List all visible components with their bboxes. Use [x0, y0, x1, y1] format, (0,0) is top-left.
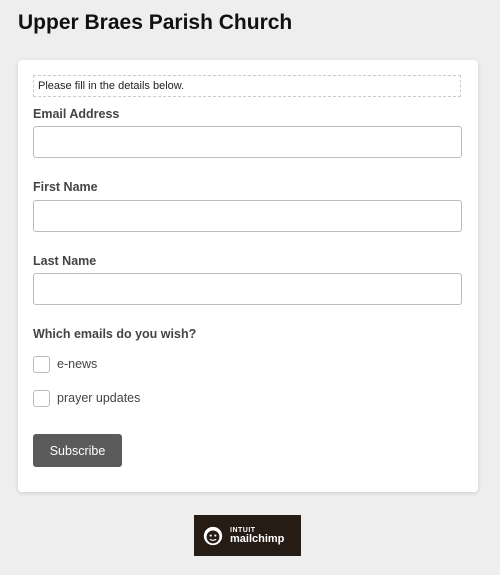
first-name-field[interactable] [33, 200, 462, 232]
last-name-field[interactable] [33, 273, 462, 305]
prayer-updates-label: prayer updates [57, 391, 141, 405]
email-label: Email Address [33, 107, 120, 121]
email-field[interactable] [33, 126, 462, 158]
emails-question: Which emails do you wish? [33, 327, 197, 341]
badge-product: mailchimp [230, 532, 285, 545]
form-notice: Please fill in the details below. [33, 75, 461, 97]
enews-checkbox[interactable] [33, 355, 50, 373]
enews-label: e-news [57, 357, 98, 371]
mailchimp-freddie-icon [203, 526, 223, 545]
subscribe-button[interactable]: Subscribe [33, 434, 122, 467]
first-name-label: First Name [33, 180, 98, 194]
prayer-updates-checkbox[interactable] [33, 389, 50, 407]
signup-form-card: Please fill in the details below. Email … [18, 60, 478, 492]
last-name-label: Last Name [33, 254, 97, 268]
option-prayer-updates[interactable]: prayer updates [33, 388, 140, 408]
page-title: Upper Braes Parish Church [18, 11, 293, 34]
mailchimp-badge[interactable]: INTUIT mailchimp [194, 515, 301, 556]
option-enews[interactable]: e-news [33, 354, 97, 374]
